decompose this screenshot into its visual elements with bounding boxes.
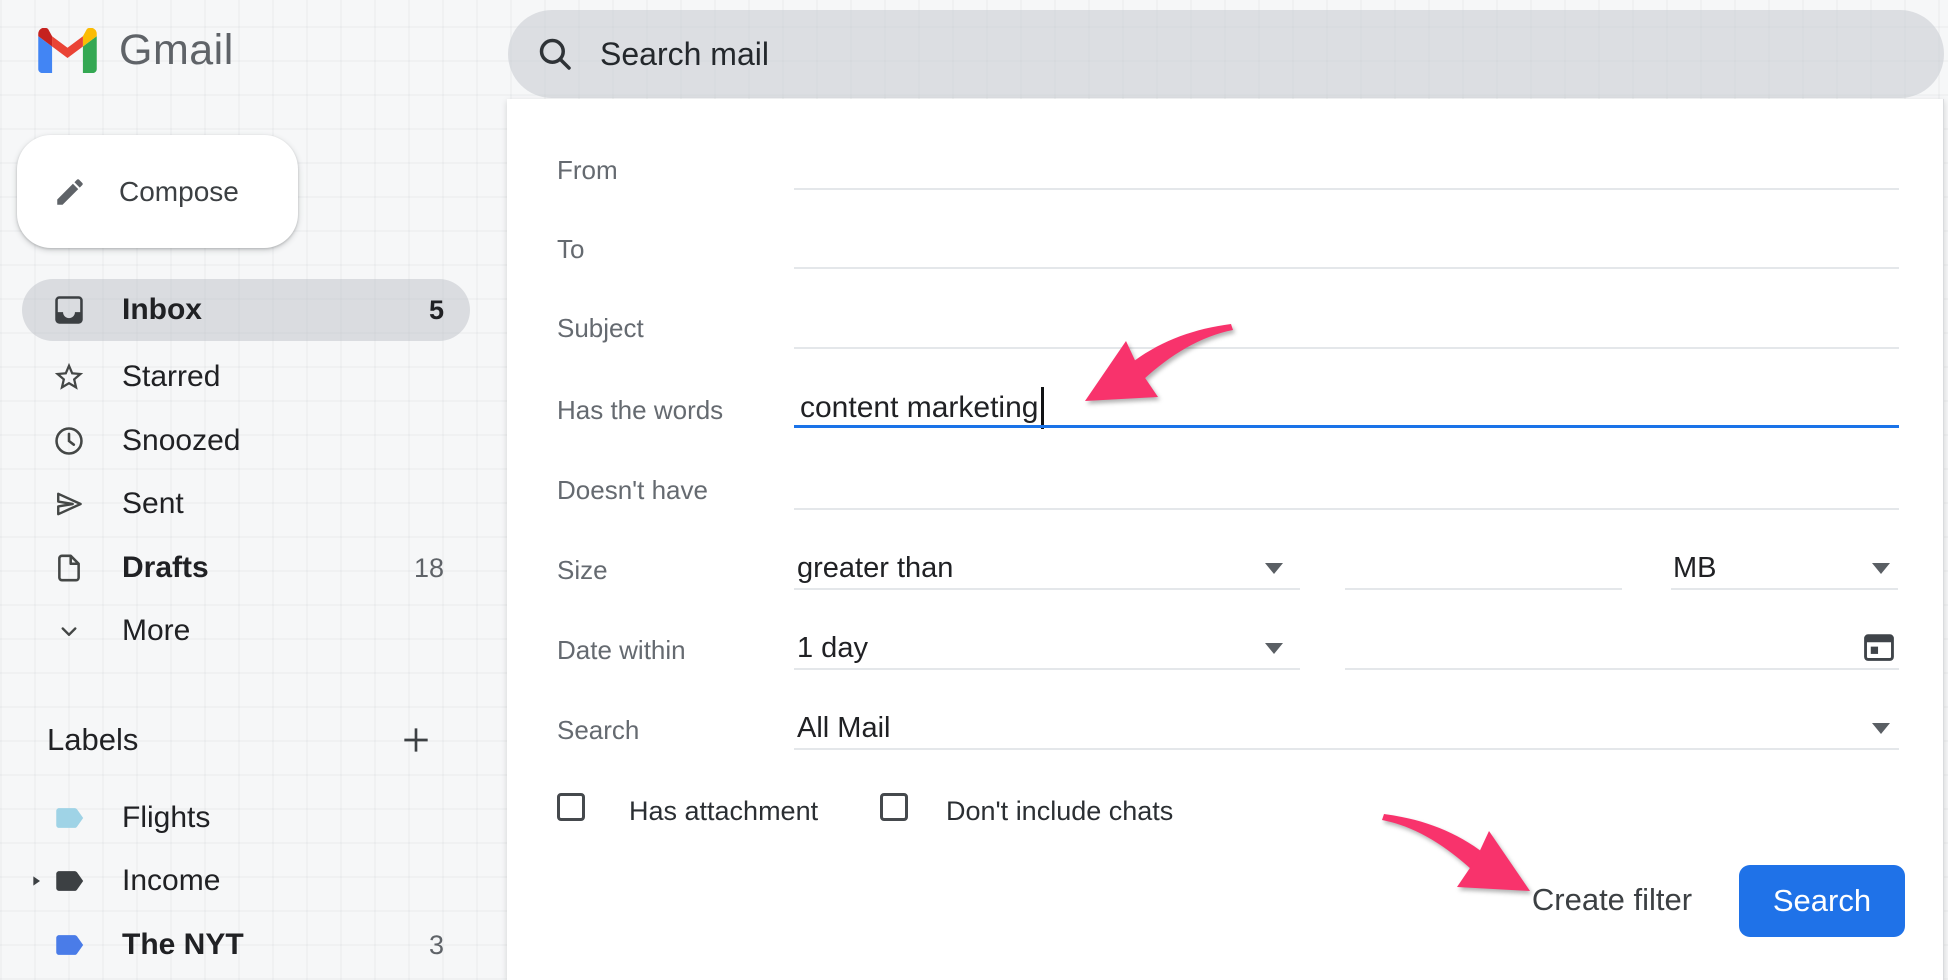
search-icon <box>534 33 576 75</box>
compose-button[interactable]: Compose <box>17 135 298 248</box>
label-name: Income <box>122 864 220 898</box>
doesnt-have-underline <box>794 508 1899 510</box>
search-scope-underline <box>794 748 1899 750</box>
dropdown-arrow-icon[interactable] <box>1265 643 1283 654</box>
from-input[interactable] <box>794 149 1899 185</box>
sidebar-label-the-nyt[interactable]: The NYT 3 <box>22 914 470 976</box>
add-label-button[interactable] <box>392 716 440 764</box>
has-words-value: content marketing <box>800 391 1038 425</box>
annotation-arrow-create-filter <box>1380 810 1535 895</box>
search-scope-label: Search <box>557 715 639 746</box>
date-range-dropdown[interactable]: 1 day <box>797 632 868 665</box>
create-filter-button[interactable]: Create filter <box>1517 882 1707 918</box>
expand-arrow-icon[interactable] <box>28 873 44 889</box>
labels-header: Labels <box>22 712 470 768</box>
draft-file-icon <box>52 551 86 585</box>
sidebar-item-starred[interactable]: Starred <box>22 346 470 408</box>
has-attachment-label: Has attachment <box>629 796 818 827</box>
send-icon <box>52 487 86 521</box>
subject-underline <box>794 347 1899 349</box>
size-value-underline <box>1345 588 1622 590</box>
labels-title: Labels <box>47 722 138 758</box>
drafts-count: 18 <box>414 553 444 584</box>
clock-icon <box>52 424 86 458</box>
dropdown-arrow-icon[interactable] <box>1265 563 1283 574</box>
label-tag-icon <box>52 864 86 898</box>
sidebar-item-snoozed[interactable]: Snoozed <box>22 410 470 472</box>
sidebar-item-label: Inbox <box>122 293 202 327</box>
search-scope-dropdown[interactable]: All Mail <box>797 712 890 745</box>
sidebar-label-flights[interactable]: Flights <box>22 787 470 849</box>
has-words-label: Has the words <box>557 395 723 426</box>
doesnt-have-input[interactable] <box>794 469 1899 505</box>
label-tag-icon <box>52 801 86 835</box>
inbox-count: 5 <box>429 295 444 326</box>
pencil-icon <box>53 175 87 209</box>
sidebar-item-label: Starred <box>122 360 220 394</box>
sidebar-item-label: Snoozed <box>122 424 240 458</box>
dropdown-arrow-icon[interactable] <box>1872 723 1890 734</box>
subject-input[interactable] <box>794 307 1899 343</box>
plus-icon <box>396 720 436 760</box>
size-unit-underline <box>1671 588 1898 590</box>
from-label: From <box>557 155 618 186</box>
dropdown-arrow-icon[interactable] <box>1872 563 1890 574</box>
sidebar-item-label: More <box>122 614 190 648</box>
sidebar-item-inbox[interactable]: Inbox 5 <box>22 279 470 341</box>
search-submit-button[interactable]: Search <box>1739 865 1905 937</box>
search-filter-panel: From To Subject Has the words content ma… <box>507 99 1944 980</box>
sidebar: Gmail Compose Inbox 5 Starred Snoozed <box>0 0 507 980</box>
compose-label: Compose <box>119 176 239 208</box>
label-name: Flights <box>122 801 210 835</box>
gmail-m-icon <box>38 28 97 73</box>
gmail-logo-text: Gmail <box>119 26 234 75</box>
sidebar-item-drafts[interactable]: Drafts 18 <box>22 537 470 599</box>
subject-label: Subject <box>557 313 644 344</box>
inbox-icon <box>52 293 86 327</box>
size-comparator-dropdown[interactable]: greater than <box>797 552 953 585</box>
calendar-icon[interactable] <box>1860 627 1898 665</box>
date-underline <box>1345 668 1899 670</box>
sidebar-item-label: Sent <box>122 487 184 521</box>
size-value-input[interactable] <box>1345 549 1622 585</box>
to-underline <box>794 267 1899 269</box>
gmail-logo[interactable]: Gmail <box>38 26 234 75</box>
sidebar-item-label: Drafts <box>122 551 209 585</box>
to-label: To <box>557 234 584 265</box>
size-comparator-underline <box>794 588 1300 590</box>
label-count: 3 <box>429 930 444 961</box>
sidebar-item-more[interactable]: More <box>22 600 470 662</box>
search-input[interactable]: Search mail <box>600 36 769 73</box>
date-range-underline <box>794 668 1300 670</box>
doesnt-have-label: Doesn't have <box>557 475 708 506</box>
date-input[interactable] <box>1345 629 1845 665</box>
to-input[interactable] <box>794 228 1899 264</box>
star-icon <box>52 360 86 394</box>
sidebar-label-income[interactable]: Income <box>22 850 470 912</box>
dont-include-chats-checkbox[interactable] <box>880 793 908 821</box>
search-bar[interactable]: Search mail <box>508 10 1944 98</box>
annotation-arrow-has-words <box>1080 320 1235 405</box>
size-label: Size <box>557 555 608 586</box>
has-words-underline-focused <box>794 425 1899 428</box>
dont-include-chats-label: Don't include chats <box>946 796 1173 827</box>
size-unit-dropdown[interactable]: MB <box>1673 552 1717 585</box>
has-attachment-checkbox[interactable] <box>557 793 585 821</box>
label-name: The NYT <box>122 928 244 962</box>
date-within-label: Date within <box>557 635 686 666</box>
text-cursor <box>1041 387 1044 429</box>
sidebar-item-sent[interactable]: Sent <box>22 473 470 535</box>
chevron-down-icon <box>52 614 86 648</box>
label-tag-icon <box>52 928 86 962</box>
from-underline <box>794 188 1899 190</box>
